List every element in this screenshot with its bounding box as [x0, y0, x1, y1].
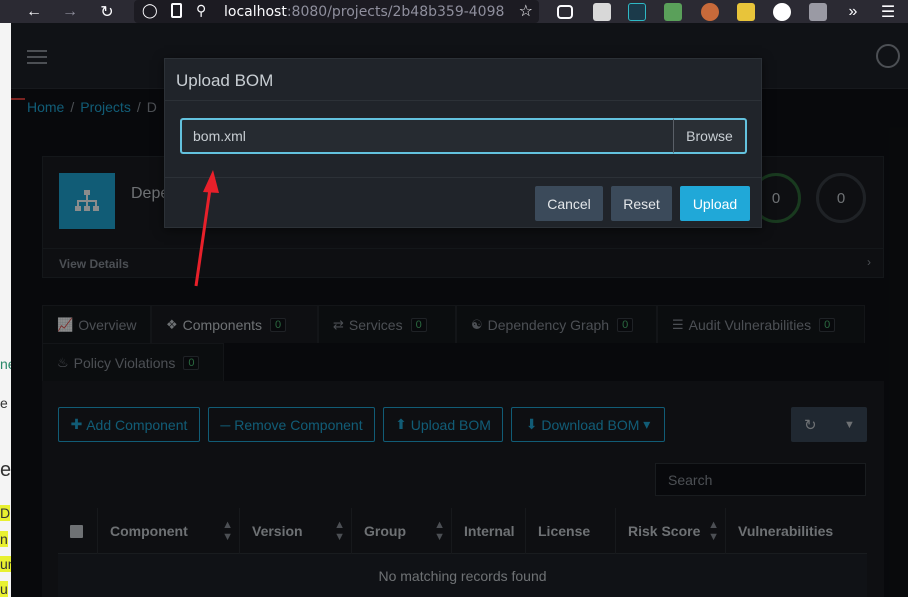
browser-toolbar: ← → ↻ ◯ ⚲ localhost:8080/projects/2b48b3…: [0, 0, 908, 23]
bookmark-star-icon[interactable]: ☆: [519, 1, 533, 21]
folder-extension-icon[interactable]: [737, 3, 755, 21]
reload-icon[interactable]: ↻: [95, 0, 119, 23]
upload-button[interactable]: Upload: [680, 186, 750, 221]
strip-text: un: [0, 556, 11, 572]
strip-text: n: [0, 531, 8, 547]
extension-icon[interactable]: [593, 3, 611, 21]
strip-text: D: [0, 505, 11, 521]
strip-text: e: [0, 459, 11, 481]
notes-extension-icon[interactable]: [628, 3, 646, 21]
modal-header: Upload BOM: [165, 59, 761, 101]
image-extension-icon[interactable]: [664, 3, 682, 21]
pocket-icon[interactable]: [557, 5, 573, 19]
upload-bom-modal: Upload BOM bom.xml Browse Cancel Reset U…: [164, 58, 762, 228]
puzzle-extension-icon[interactable]: [809, 3, 827, 21]
back-icon[interactable]: ←: [22, 0, 46, 23]
page-icon[interactable]: [171, 3, 182, 18]
overflow-chevrons-icon[interactable]: »: [841, 0, 865, 23]
shield-icon[interactable]: ◯: [142, 2, 158, 19]
key-icon[interactable]: ⚲: [196, 2, 206, 19]
strip-text: e: [0, 395, 8, 411]
circle-extension-icon[interactable]: [773, 3, 791, 21]
modal-title: Upload BOM: [176, 71, 274, 90]
strip-text: u: [0, 581, 8, 597]
browse-button[interactable]: Browse: [673, 118, 747, 154]
bom-file-input[interactable]: bom.xml: [180, 118, 674, 154]
file-name: bom.xml: [193, 128, 246, 144]
strip-text: ne: [0, 356, 11, 372]
avatar-extension-icon[interactable]: [701, 3, 719, 21]
forward-icon[interactable]: →: [58, 0, 82, 23]
reset-button[interactable]: Reset: [611, 186, 672, 221]
url-text[interactable]: localhost:8080/projects/2b48b359-4098: [224, 4, 504, 20]
menu-icon[interactable]: ☰: [876, 0, 900, 23]
cancel-button[interactable]: Cancel: [535, 186, 603, 221]
address-bar[interactable]: ◯ ⚲ localhost:8080/projects/2b48b359-409…: [134, 0, 539, 23]
background-window-strip: ne e e D n un u: [0, 23, 11, 597]
divider: [165, 177, 761, 178]
